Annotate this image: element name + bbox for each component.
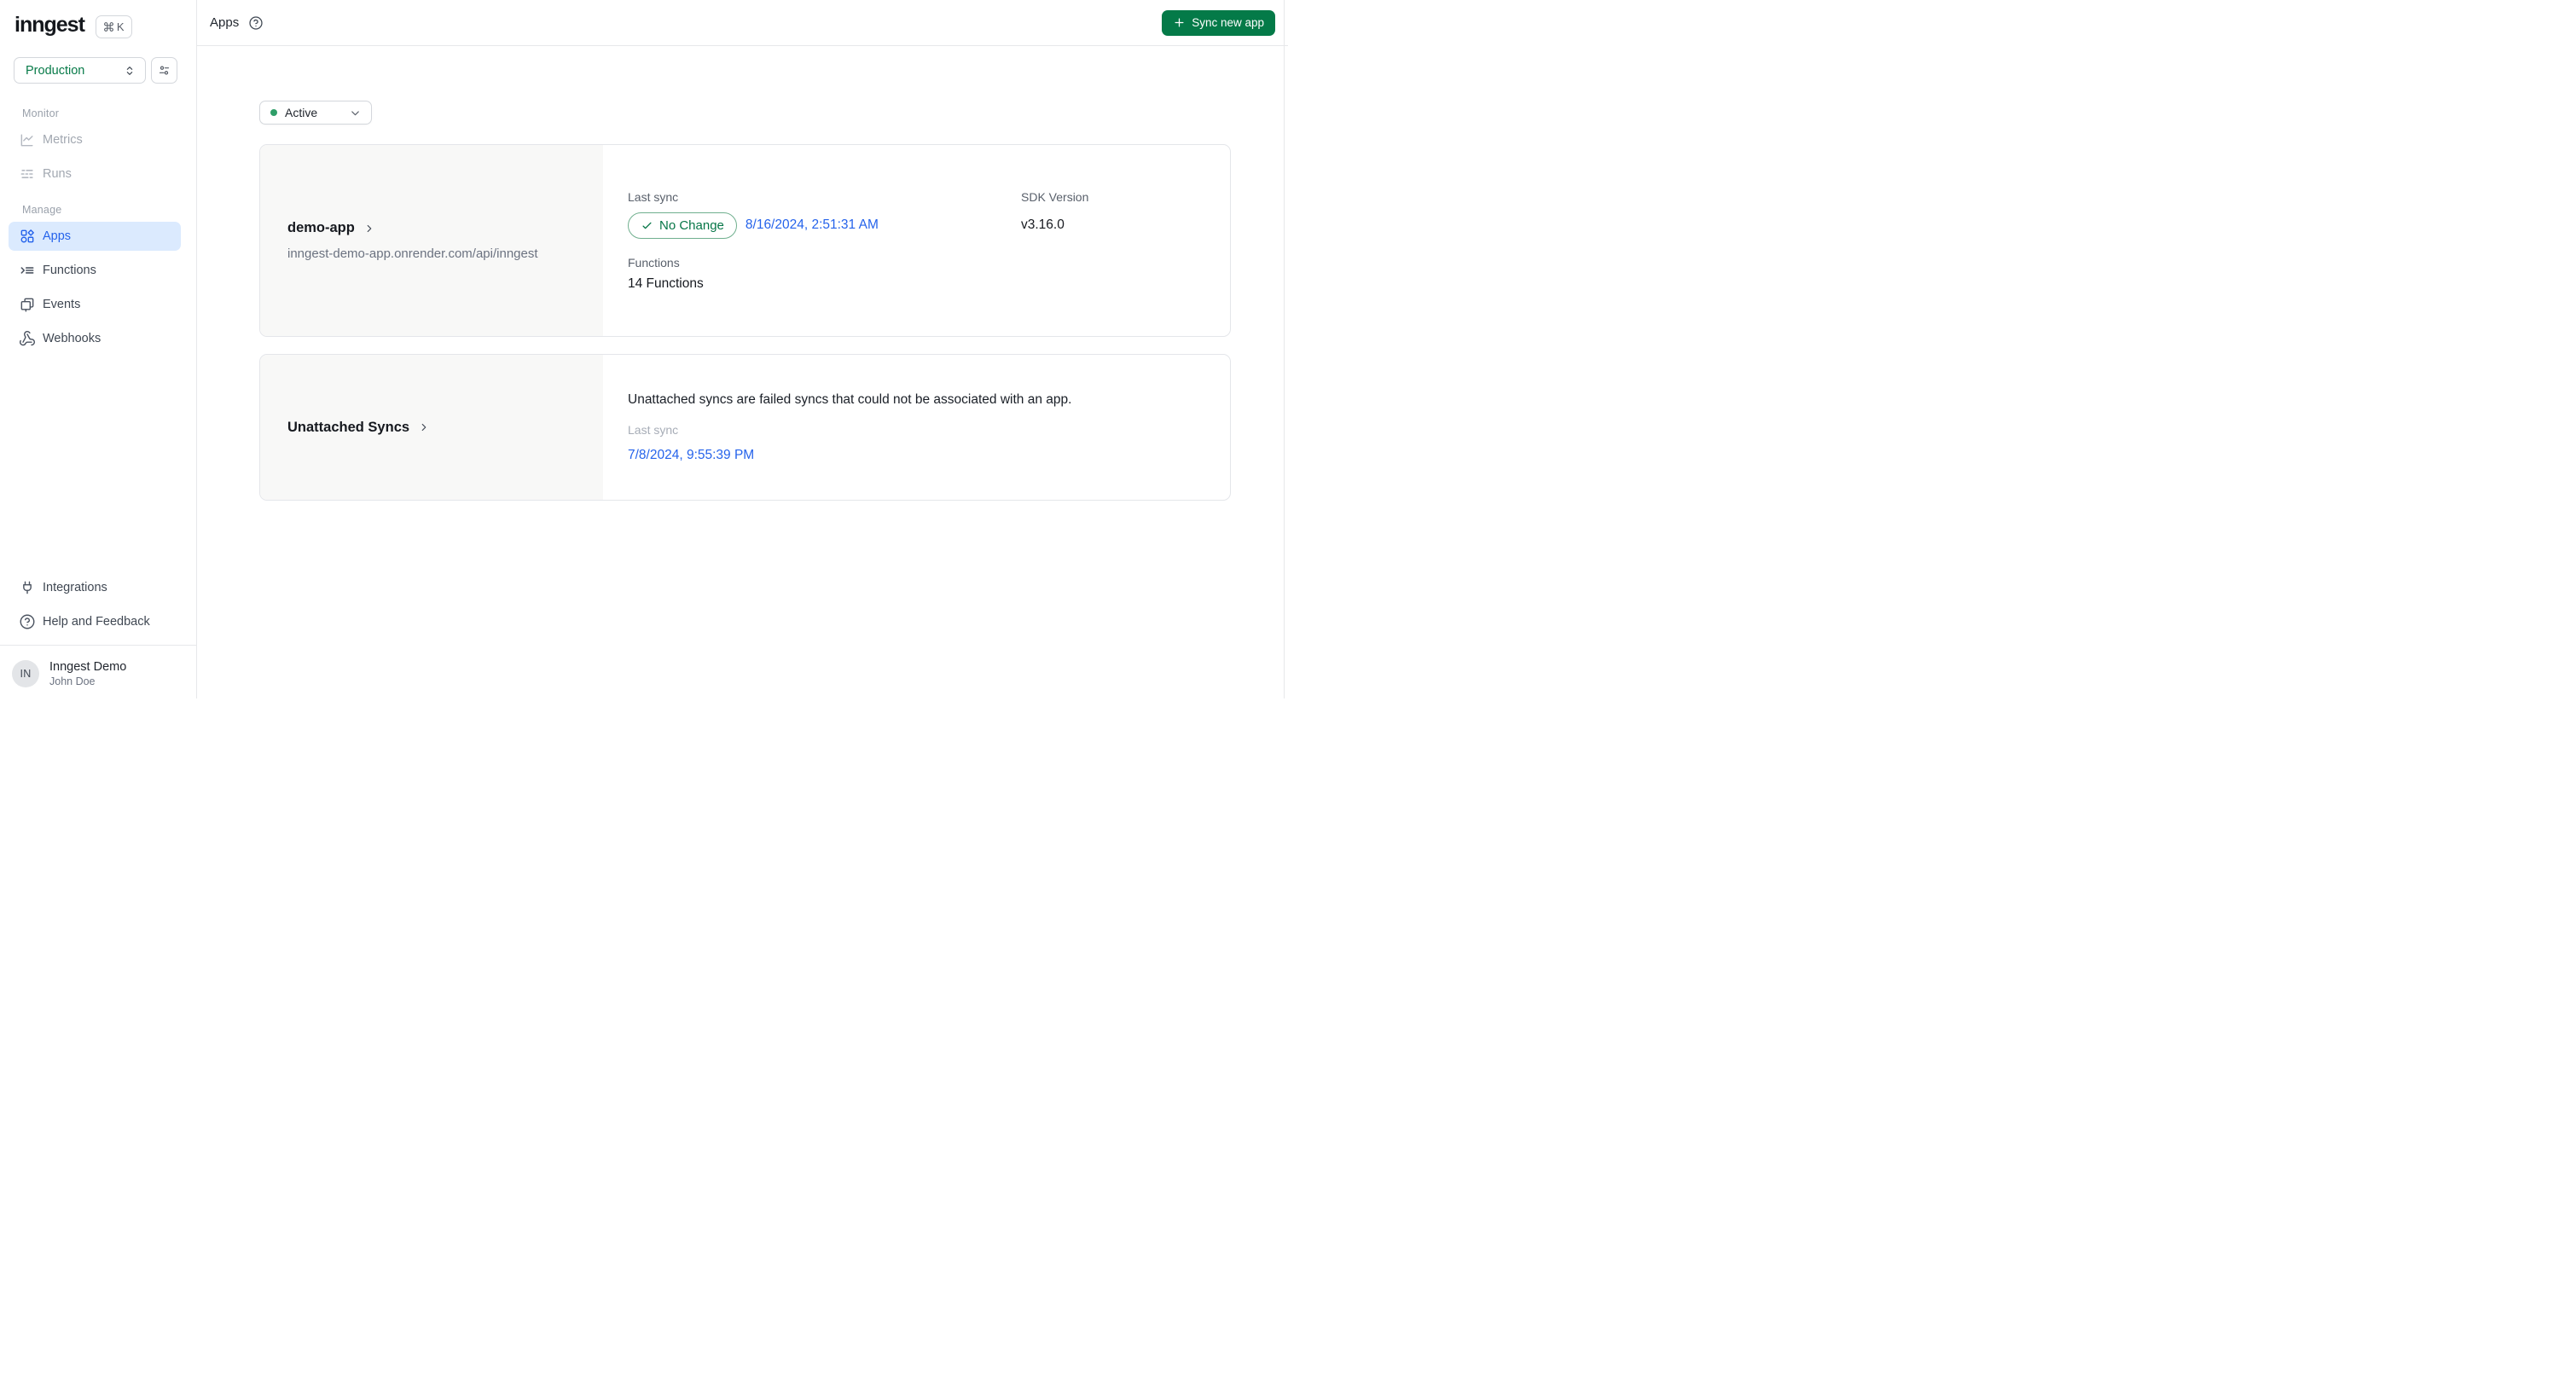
org-name: Inngest Demo [49,659,127,674]
unattached-syncs-details: Unattached syncs are failed syncs that c… [603,355,1230,500]
sidebar-item-metrics[interactable]: Metrics [9,125,181,154]
unattached-syncs-summary: Unattached Syncs [260,355,603,500]
status-filter-value: Active [285,106,318,119]
status-filter-dropdown[interactable]: Active [259,101,372,125]
plug-icon [19,579,36,596]
runs-list-icon [19,165,36,183]
sidebar-item-events[interactable]: Events [9,290,181,319]
functions-list-icon [19,262,36,279]
plus-icon [1173,16,1186,29]
sidebar-item-integrations[interactable]: Integrations [9,573,181,602]
environment-selector[interactable]: Production [14,57,146,84]
chevron-down-icon [349,107,362,119]
webhook-icon [19,330,36,347]
functions-field: Functions 14 Functions [628,256,1021,292]
help-circle-icon [19,613,36,630]
last-sync-time-link[interactable]: 7/8/2024, 9:55:39 PM [628,448,1204,463]
avatar: IN [12,659,39,687]
sidebar-item-label: Functions [43,264,96,277]
nav-section-manage: Manage [22,204,62,216]
last-sync-label: Last sync [628,189,679,204]
app-card-summary: demo-app inngest-demo-app.onrender.com/a… [260,145,603,336]
apps-category-icon [19,228,36,245]
environment-row: Production [0,39,196,84]
active-status-dot-icon [270,109,277,116]
unattached-syncs-description: Unattached syncs are failed syncs that c… [628,391,1072,407]
chevron-right-icon [418,421,430,433]
sidebar-item-runs[interactable]: Runs [9,159,181,188]
sync-status-badge: No Change [628,212,737,239]
sidebar-item-label: Runs [43,167,72,181]
command-icon [103,21,114,32]
nav-section-monitor: Monitor [22,107,60,119]
apps-content: Active demo-app inngest-demo-app.onrende… [197,46,1288,518]
sidebar-item-label: Webhooks [43,332,102,345]
command-k-shortcut[interactable]: K [95,15,132,38]
app-root: inngest K Production Monitor Metrics Run… [0,0,1288,698]
last-sync-field: Last sync No Change 8/16/2024, 2:51:31 A… [628,190,1021,239]
events-windows-icon [19,296,36,313]
unfold-chevrons-icon [123,64,136,78]
sidebar-item-functions[interactable]: Functions [9,256,181,285]
app-card-details: Last sync No Change 8/16/2024, 2:51:31 A… [603,145,1230,336]
unattached-syncs-card: Unattached Syncs Unattached syncs are fa… [259,354,1231,501]
sdk-version-label: SDK Version [1021,189,1089,204]
main-area: Apps Sync new app Active demo-app innges… [197,0,1288,698]
sidebar-item-label: Apps [43,229,72,243]
chevron-right-icon [363,223,375,235]
sidebar-nav: Monitor Metrics Runs Manage Apps Functio… [0,84,196,358]
sliders-icon [157,63,171,78]
sdk-version-field: SDK Version v3.16.0 [1021,190,1204,239]
sync-status-label: No Change [659,217,724,233]
page-help-icon[interactable] [248,15,264,31]
inngest-logo: inngest [15,13,85,37]
environment-settings-button[interactable] [151,57,177,84]
sidebar-item-webhooks[interactable]: Webhooks [9,324,181,353]
sidebar-footer: Integrations Help and Feedback IN Innges… [0,572,196,698]
sidebar-item-label: Events [43,298,81,311]
sidebar: inngest K Production Monitor Metrics Run… [0,0,197,698]
line-chart-icon [19,131,36,148]
sidebar-item-apps[interactable]: Apps [9,222,181,251]
check-icon [641,219,653,232]
last-sync-time-link[interactable]: 8/16/2024, 2:51:31 AM [746,217,879,233]
sdk-version-value: v3.16.0 [1021,217,1065,232]
user-name: John Doe [49,675,96,687]
unattached-syncs-title: Unattached Syncs [287,419,410,435]
scrollbar-gutter [1284,0,1285,698]
last-sync-label: Last sync [628,422,679,437]
page-title: Apps [210,15,240,30]
app-title-link[interactable]: demo-app [287,220,603,236]
functions-label: Functions [628,255,680,270]
shortcut-key-label: K [116,20,125,33]
app-card-demo-app: demo-app inngest-demo-app.onrender.com/a… [259,144,1231,337]
sidebar-item-label: Help and Feedback [43,614,150,629]
topbar: Apps Sync new app [197,0,1288,46]
unattached-syncs-title-link[interactable]: Unattached Syncs [287,420,603,436]
logo-row: inngest K [0,0,196,39]
sync-new-app-label: Sync new app [1192,16,1264,29]
sidebar-item-help-feedback[interactable]: Help and Feedback [9,607,181,636]
sidebar-item-label: Integrations [43,580,107,594]
app-name: demo-app [287,220,355,235]
app-url: inngest-demo-app.onrender.com/api/innges… [287,246,538,261]
user-menu[interactable]: IN Inngest Demo John Doe [0,646,196,698]
functions-count: 14 Functions [628,275,704,291]
sidebar-item-label: Metrics [43,133,83,147]
sync-new-app-button[interactable]: Sync new app [1162,9,1275,36]
environment-value: Production [26,63,85,78]
